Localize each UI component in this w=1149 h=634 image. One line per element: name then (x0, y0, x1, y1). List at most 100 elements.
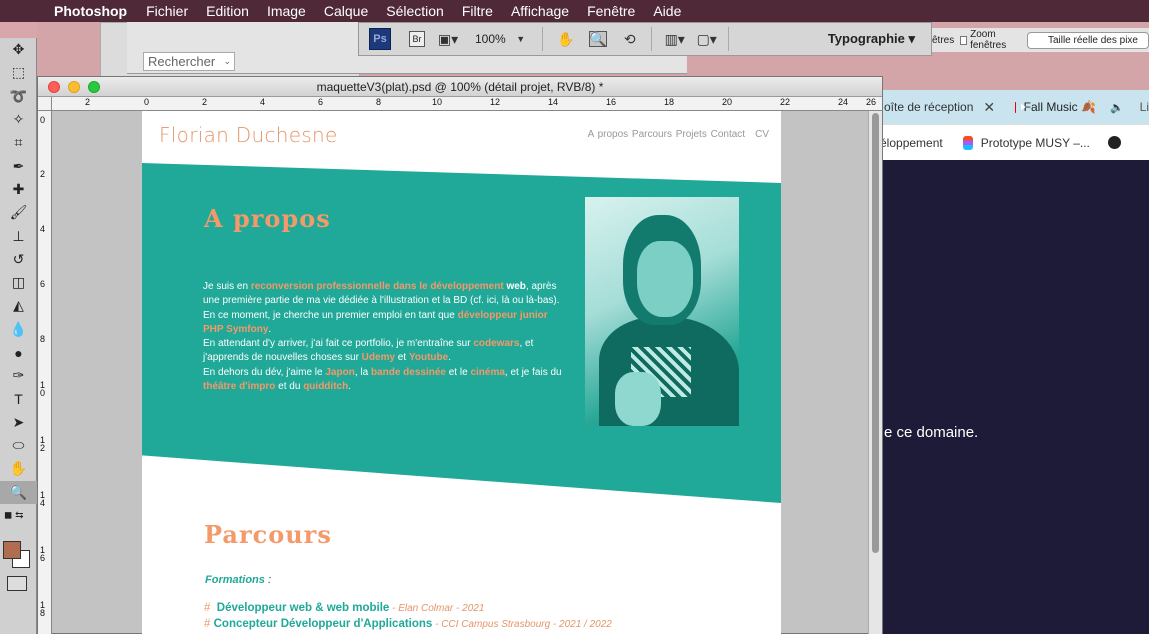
browser-tab-partial[interactable]: Li (1140, 100, 1149, 114)
document-window: maquetteV3(plat).psd @ 100% (détail proj… (37, 76, 883, 634)
parcours-heading: Parcours (204, 520, 332, 549)
menu-filtre[interactable]: Filtre (462, 3, 493, 19)
blur-tool-icon[interactable]: 💧 (0, 318, 37, 341)
menu-affichage[interactable]: Affichage (511, 3, 569, 19)
site-brand: Florian Duchesne (159, 123, 338, 147)
healing-brush-tool-icon[interactable]: ✚ (0, 178, 37, 201)
photoshop-logo-icon: Ps (369, 28, 391, 50)
apropos-heading: A propos (204, 204, 331, 233)
paint-bucket-tool-icon[interactable]: ◭ (0, 294, 37, 317)
menu-fichier[interactable]: Fichier (146, 3, 188, 19)
formations-label: Formations : (205, 574, 272, 586)
foreground-color-swatch[interactable] (3, 541, 21, 559)
youtube-icon (1015, 101, 1021, 113)
maximize-window-icon[interactable] (88, 81, 100, 93)
bio-text: Je suis en reconversion professionnelle … (203, 281, 562, 393)
ruler-tick-label: 8 (40, 334, 46, 344)
ruler-tick-label: 26 (866, 97, 877, 107)
ruler-tick-label: 1 4 (40, 490, 46, 508)
magic-wand-tool-icon[interactable]: ✧ (0, 108, 37, 131)
site-nav: A propos Parcours Projets Contact CV (588, 129, 769, 140)
shape-tool-icon[interactable]: ⬭ (0, 434, 37, 457)
ruler-tick-label: 14 (548, 97, 559, 107)
chevron-down-icon[interactable]: ▼ (512, 31, 530, 47)
options-label-partial: êtres (932, 34, 955, 46)
ruler-tick-label: 24 (838, 97, 849, 107)
zoom-level-select[interactable]: 100% (475, 32, 506, 46)
minimize-window-icon[interactable] (68, 81, 80, 93)
vertical-scrollbar[interactable] (868, 111, 882, 634)
path-selection-tool-icon[interactable]: ➤ (0, 411, 37, 434)
browser-window: oîte de réception ✕ Fall Music 🍂 🔈 Li él… (880, 90, 1149, 634)
vertical-ruler[interactable]: 0 2 4 6 8 1 0 1 2 1 4 1 6 1 8 (38, 111, 52, 634)
move-tool-icon[interactable]: ✥ (0, 38, 37, 61)
chevron-down-icon[interactable]: ⌄ (223, 53, 231, 70)
ruler-origin[interactable] (38, 97, 52, 111)
canvas[interactable]: Florian Duchesne A propos Parcours Proje… (142, 111, 781, 634)
globe-icon[interactable] (1107, 136, 1121, 149)
clone-stamp-tool-icon[interactable]: ⊥ (0, 224, 37, 247)
menu-bar: Photoshop Fichier Edition Image Calque S… (0, 0, 1149, 22)
arrange-documents-icon[interactable]: ▥▾ (665, 31, 685, 47)
ruler-tick-label: 20 (722, 97, 733, 107)
ruler-tick-label: 8 (376, 97, 382, 107)
browser-tab-inbox[interactable]: oîte de réception (884, 100, 973, 114)
view-extras-icon[interactable]: ▣▾ (438, 31, 458, 47)
ruler-tick-label: 1 0 (40, 380, 46, 398)
pen-tool-icon[interactable]: ✑ (0, 364, 37, 387)
profile-photo (585, 197, 739, 426)
menu-app-name[interactable]: Photoshop (54, 3, 127, 19)
site-nav-cv: CV (755, 129, 769, 140)
menu-aide[interactable]: Aide (653, 3, 681, 19)
menu-selection[interactable]: Sélection (386, 3, 444, 19)
screen-mode-icon[interactable]: ▢▾ (697, 31, 717, 47)
menu-edition[interactable]: Edition (206, 3, 249, 19)
brush-tool-icon[interactable]: 🖌 (0, 201, 37, 224)
swap-colors-icon[interactable]: ◼ ⇆ (0, 504, 37, 527)
ruler-tick-label: 6 (40, 279, 46, 289)
scrollbar-thumb[interactable] (872, 113, 879, 553)
ruler-tick-label: 12 (490, 97, 501, 107)
menu-image[interactable]: Image (267, 3, 306, 19)
bookmark-prototype-musy[interactable]: Prototype MUSY –... (981, 136, 1090, 150)
eyedropper-tool-icon[interactable]: ✒ (0, 154, 37, 177)
crop-tool-icon[interactable]: ⌗ (0, 131, 37, 154)
zoom-tool-icon[interactable]: 🔍 (588, 31, 607, 47)
ruler-tick-label: 0 (144, 97, 150, 107)
zoom-tool-icon[interactable]: 🔍 (0, 480, 37, 504)
menu-fenetre[interactable]: Fenêtre (587, 3, 635, 19)
type-tool-icon[interactable]: T (0, 387, 37, 410)
document-title-bar[interactable]: maquetteV3(plat).psd @ 100% (détail proj… (38, 77, 882, 97)
search-input[interactable]: Rechercher ⌄ (143, 52, 235, 71)
browser-page-text: e ce domaine. (884, 424, 979, 441)
actual-pixels-button[interactable]: Taille réelle des pixe (1026, 31, 1149, 49)
marquee-tool-icon[interactable]: ⬚ (0, 61, 37, 84)
browser-tab-fall-music[interactable]: Fall Music 🍂 (1024, 100, 1096, 114)
ruler-tick-label: 10 (432, 97, 443, 107)
history-brush-tool-icon[interactable]: ↺ (0, 248, 37, 271)
workspace-switcher[interactable]: Typographie ▾ (828, 31, 915, 47)
bridge-button[interactable]: Br (409, 31, 425, 47)
hand-tool-icon[interactable]: ✋ (0, 457, 37, 480)
quick-mask-icon[interactable] (7, 576, 27, 591)
bookmark-developpement[interactable]: éloppement (880, 136, 943, 150)
horizontal-ruler[interactable]: 2 0 2 4 6 8 10 12 14 16 18 20 22 24 26 (52, 97, 882, 111)
lasso-tool-icon[interactable]: ➰ (0, 85, 37, 108)
menu-calque[interactable]: Calque (324, 3, 368, 19)
ruler-tick-label: 1 6 (40, 545, 46, 563)
ruler-tick-label: 2 (40, 169, 46, 179)
ruler-tick-label: 18 (664, 97, 675, 107)
ruler-tick-label: 2 (202, 97, 208, 107)
rotate-view-icon[interactable]: ⟲ (621, 31, 639, 47)
hand-tool-icon[interactable]: ✋ (557, 31, 575, 47)
figma-icon (962, 135, 973, 150)
ruler-tick-label: 6 (318, 97, 324, 107)
speaker-icon[interactable]: 🔈 (1110, 101, 1124, 114)
zoom-windows-checkbox[interactable] (960, 35, 968, 45)
close-window-icon[interactable] (48, 81, 60, 93)
divider (650, 27, 652, 51)
eraser-tool-icon[interactable]: ◫ (0, 271, 37, 294)
ruler-tick-label: 4 (40, 224, 46, 234)
close-tab-icon[interactable]: ✕ (983, 99, 995, 116)
dodge-tool-icon[interactable]: ● (0, 341, 37, 364)
